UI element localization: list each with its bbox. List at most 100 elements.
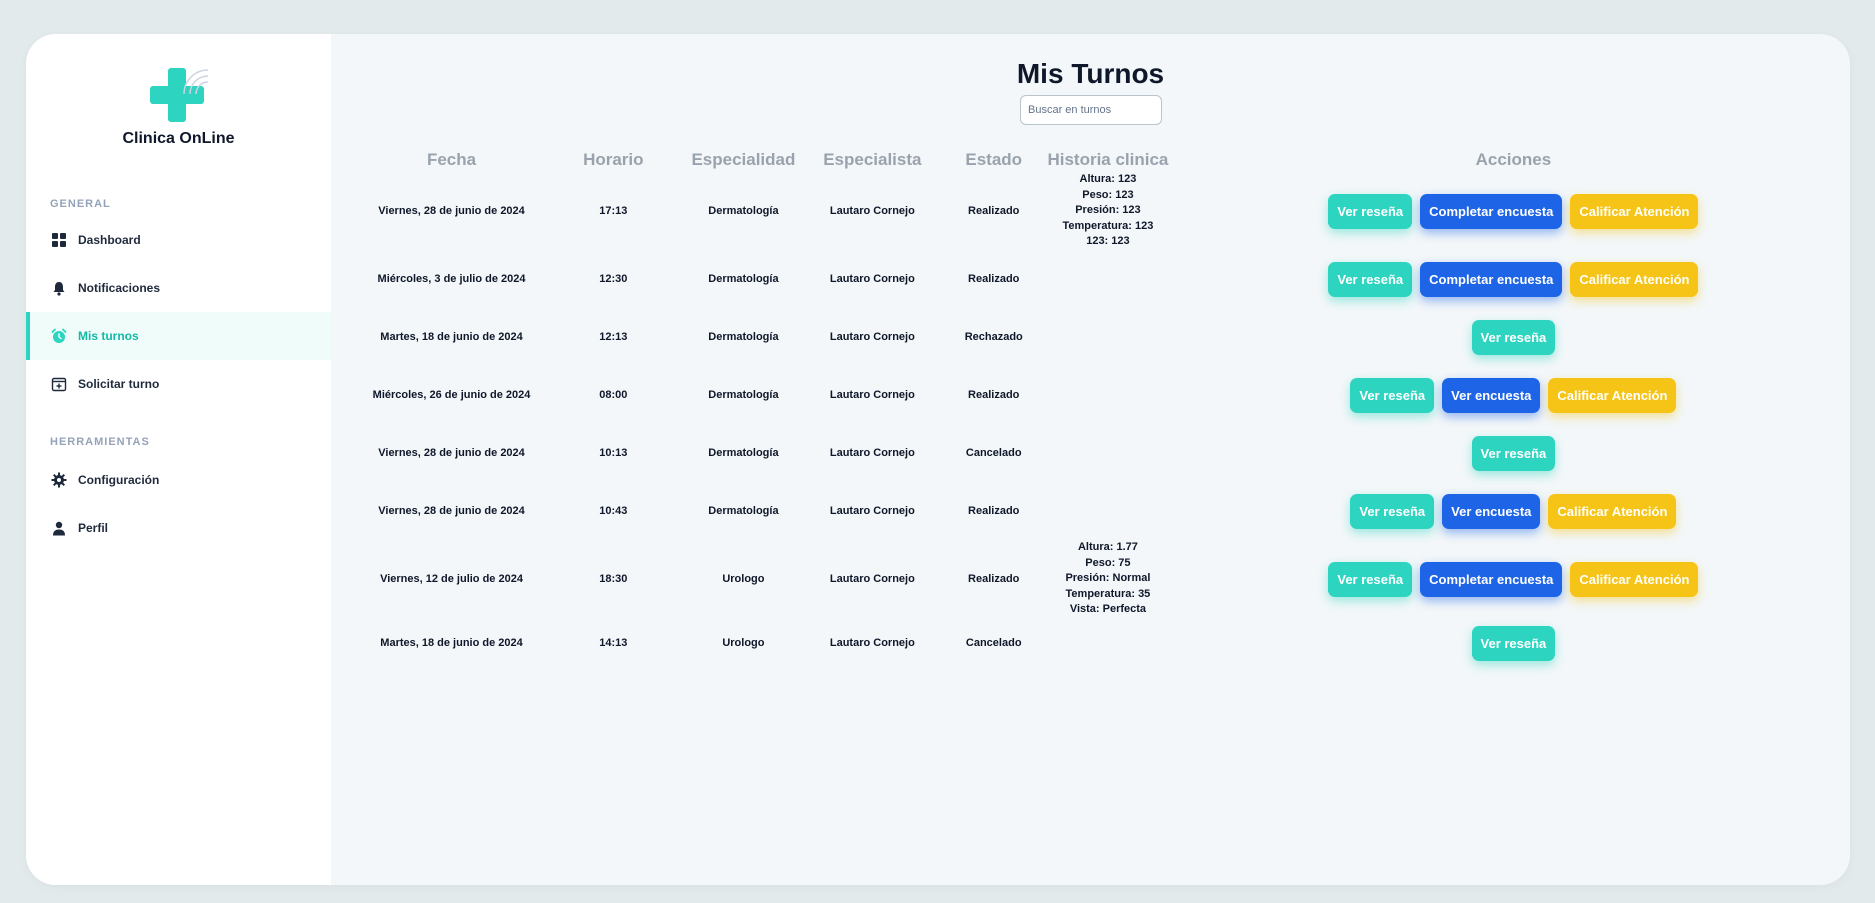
cell-acciones: Ver reseña [1177,424,1850,482]
user-icon [50,519,68,537]
cell-fecha: Martes, 18 de junio de 2024 [380,331,523,343]
calificar-atencion-button[interactable]: Calificar Atención [1570,561,1699,597]
ver-resena-button[interactable]: Ver reseña [1328,261,1413,297]
historia-line: Presión: Normal [1065,572,1151,585]
column-header-acciones: Acciones [1475,150,1552,169]
cell-especialista: Lautaro Cornejo [829,573,915,585]
gear-icon [50,471,68,489]
actions-group: Ver reseña Ver encuesta Calificar Atención [1177,377,1850,413]
cell-horario: 18:30 [599,573,628,585]
table-row: Miércoles, 26 de junio de 2024 08:00 Derma… [367,366,1850,424]
completar-encuesta-button[interactable]: Completar encuesta [1420,261,1563,297]
cell-historia-clinica [1039,424,1177,482]
sidebar-item-perfil[interactable]: Perfil [26,504,331,552]
actions-group: Ver reseña Completar encuesta Calificar At… [1177,193,1850,229]
cell-especialidad: Dermatología [708,505,779,517]
sidebar-item-mis-turnos[interactable]: Mis turnos [26,312,331,360]
cell-horario: 12:30 [599,273,628,285]
cell-horario: 08:00 [599,389,628,401]
ver-encuesta-button[interactable]: Ver encuesta [1442,377,1541,413]
cell-especialidad: Urologo [722,637,765,649]
historia-line: Temperatura: 123 [1062,219,1154,232]
brand: Clinica OnLine [26,64,331,148]
cell-historia-clinica [1039,618,1177,668]
calificar-atencion-button[interactable]: Calificar Atención [1548,493,1677,529]
sidebar: Clinica OnLine GENERAL Dashboard Notific… [26,34,331,885]
cell-estado: Rechazado [964,331,1023,343]
historia-line: Peso: 123 [1082,188,1134,201]
table-row: Viernes, 12 de julio de 2024 18:30 Urologo… [367,540,1850,618]
cell-fecha: Viernes, 28 de junio de 2024 [378,447,525,459]
table-header-row: Fecha Horario Especialidad Especialista … [367,148,1850,172]
sidebar-item-configuracion[interactable]: Configuración [26,456,331,504]
cell-acciones: Ver reseña [1177,308,1850,366]
cell-historia-clinica: Altura: 123 Peso: 123 Presión: 123 Temperat… [1039,172,1177,250]
cell-fecha: Viernes, 28 de junio de 2024 [378,205,525,217]
search-input[interactable] [1020,95,1162,125]
cell-especialidad: Dermatología [708,273,779,285]
cell-estado: Realizado [968,505,1020,517]
app-window: Clinica OnLine GENERAL Dashboard Notific… [26,34,1850,885]
cell-especialidad: Dermatología [708,447,779,459]
table-body: Viernes, 28 de junio de 2024 17:13 Dermato… [367,172,1850,668]
ver-resena-button[interactable]: Ver reseña [1350,493,1435,529]
sidebar-item-dashboard[interactable]: Dashboard [26,216,331,264]
sidebar-item-label: Configuración [78,473,160,487]
cell-especialista: Lautaro Cornejo [829,637,915,649]
section-title-herramientas: HERRAMIENTAS [50,436,150,448]
cell-especialidad: Urologo [722,573,765,585]
main-content: Mis Turnos Fecha Horario Especialidad Es… [331,34,1850,885]
cell-fecha: Martes, 18 de junio de 2024 [380,637,523,649]
sidebar-item-label: Solicitar turno [78,377,160,391]
sidebar-item-solicitar-turno[interactable]: Solicitar turno [26,360,331,408]
actions-group: Ver reseña [1177,319,1850,355]
column-header-horario: Horario [583,150,644,169]
sidebar-item-label: Dashboard [78,233,141,247]
sidebar-item-label: Perfil [78,521,109,535]
cell-estado: Cancelado [965,637,1022,649]
historia-line: Altura: 123 [1079,173,1137,186]
cell-fecha: Viernes, 12 de julio de 2024 [380,573,523,585]
column-header-estado: Estado [965,150,1023,169]
cell-historia-clinica [1039,366,1177,424]
calendar-plus-icon [50,375,68,393]
completar-encuesta-button[interactable]: Completar encuesta [1420,561,1563,597]
table-row: Miércoles, 3 de julio de 2024 12:30 Dermat… [367,250,1850,308]
cell-especialista: Lautaro Cornejo [829,505,915,517]
sidebar-item-notificaciones[interactable]: Notificaciones [26,264,331,312]
calificar-atencion-button[interactable]: Calificar Atención [1570,193,1699,229]
cell-horario: 12:13 [599,331,628,343]
ver-resena-button[interactable]: Ver reseña [1328,561,1413,597]
cell-horario: 10:43 [599,505,628,517]
completar-encuesta-button[interactable]: Completar encuesta [1420,193,1563,229]
cell-especialista: Lautaro Cornejo [829,447,915,459]
historia-line: Peso: 75 [1085,556,1131,569]
table-row: Viernes, 28 de junio de 2024 10:13 Dermato… [367,424,1850,482]
ver-resena-button[interactable]: Ver reseña [1471,435,1556,471]
cell-acciones: Ver reseña Ver encuesta Calificar Atención [1177,366,1850,424]
historia-line: 123: 123 [1086,235,1130,248]
calificar-atencion-button[interactable]: Calificar Atención [1570,261,1699,297]
actions-group: Ver reseña [1177,435,1850,471]
cell-estado: Cancelado [965,447,1022,459]
actions-group: Ver reseña [1177,625,1850,661]
column-header-fecha: Fecha [426,150,477,169]
historia-line: Altura: 1.77 [1077,541,1138,554]
calificar-atencion-button[interactable]: Calificar Atención [1548,377,1677,413]
cell-especialidad: Dermatología [708,389,779,401]
cell-especialidad: Dermatología [708,205,779,217]
cell-horario: 14:13 [599,637,628,649]
cell-estado: Realizado [968,273,1020,285]
ver-resena-button[interactable]: Ver reseña [1350,377,1435,413]
ver-resena-button[interactable]: Ver reseña [1328,193,1413,229]
ver-encuesta-button[interactable]: Ver encuesta [1442,493,1541,529]
table-row: Viernes, 28 de junio de 2024 17:13 Dermato… [367,172,1850,250]
page-title: Mis Turnos [1016,58,1165,89]
ver-resena-button[interactable]: Ver reseña [1471,319,1556,355]
cell-especialista: Lautaro Cornejo [829,273,915,285]
ver-resena-button[interactable]: Ver reseña [1471,625,1556,661]
cell-historia-clinica: Altura: 1.77 Peso: 75 Presión: Normal Tempe… [1039,540,1177,618]
cell-especialista: Lautaro Cornejo [829,389,915,401]
cell-fecha: Miércoles, 3 de julio de 2024 [377,273,526,285]
cell-acciones: Ver reseña Completar encuesta Calificar At… [1177,540,1850,618]
